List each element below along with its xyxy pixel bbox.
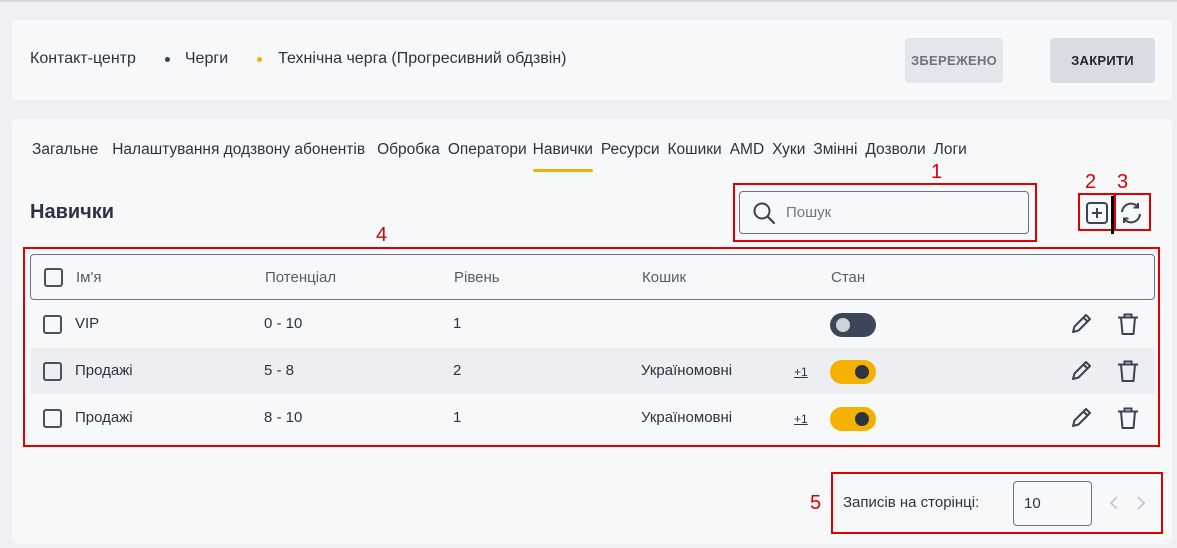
annotation-label-2: 2 <box>1085 171 1097 193</box>
header-card: Контакт-центр Черги Технічна черга (Прог… <box>12 20 1172 100</box>
annotation-box-pagination <box>831 472 1163 534</box>
annotation-box-add <box>1078 193 1115 231</box>
tab-general[interactable]: Загальне <box>32 141 98 159</box>
tab-bar: Загальне Налаштування додзвону абонентів… <box>32 141 975 172</box>
annotation-divider <box>1111 196 1114 234</box>
annotation-label-4: 4 <box>376 224 388 246</box>
breadcrumb-item-contact-center[interactable]: Контакт-центр <box>30 50 136 68</box>
tab-resources[interactable]: Ресурси <box>601 141 660 159</box>
tab-amd[interactable]: AMD <box>730 141 764 159</box>
tab-processing[interactable]: Обробка <box>377 141 440 159</box>
annotation-label-5: 5 <box>810 492 822 514</box>
breadcrumb-item-queues[interactable]: Черги <box>185 50 228 68</box>
tab-variables[interactable]: Змінні <box>813 141 857 159</box>
breadcrumb-separator <box>164 56 170 62</box>
annotation-label-3: 3 <box>1117 171 1129 193</box>
top-divider <box>0 0 1177 2</box>
saved-button[interactable]: ЗБЕРЕЖЕНО <box>905 38 1003 83</box>
tab-logs[interactable]: Логи <box>934 141 967 159</box>
section-title: Навички <box>30 201 115 223</box>
breadcrumb-separator-current <box>257 56 263 62</box>
tab-baskets[interactable]: Кошики <box>668 141 722 159</box>
breadcrumb: Контакт-центр Черги Технічна черга (Прог… <box>30 50 567 68</box>
tab-dial-settings[interactable]: Налаштування додзвону абонентів <box>112 141 365 159</box>
tab-hooks[interactable]: Хуки <box>772 141 805 159</box>
annotation-label-1: 1 <box>931 161 943 183</box>
close-button[interactable]: ЗАКРИТИ <box>1050 38 1155 83</box>
annotation-box-table <box>23 247 1160 447</box>
tab-skills[interactable]: Навички <box>532 141 594 172</box>
tab-operators[interactable]: Оператори <box>448 141 527 159</box>
annotation-box-search <box>733 183 1037 242</box>
annotation-box-refresh <box>1114 193 1151 231</box>
breadcrumb-item-current: Технічна черга (Прогресивний обдзвін) <box>278 50 567 67</box>
tab-permissions[interactable]: Дозволи <box>865 141 925 159</box>
